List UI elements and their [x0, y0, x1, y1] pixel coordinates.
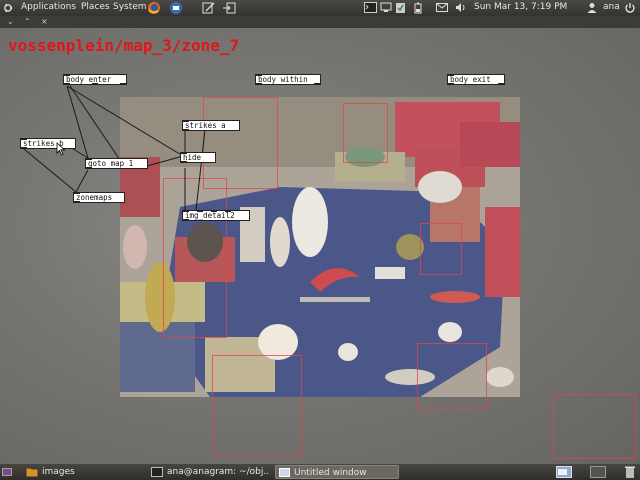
body-exit-label: body exit — [450, 75, 491, 84]
mouse-pointer-icon — [56, 142, 66, 156]
terminal-icon — [151, 466, 163, 477]
menu-applications[interactable]: Applications — [21, 2, 76, 12]
maximize-button[interactable]: ⌃ — [24, 16, 31, 28]
battery-icon[interactable] — [414, 2, 422, 14]
workspace-switcher-icon[interactable] — [556, 466, 572, 478]
show-desktop-icon — [2, 468, 12, 476]
strikes-a-message[interactable]: strikes a — [182, 120, 240, 131]
patch-connections — [23, 85, 206, 211]
clipboard-icon[interactable] — [395, 1, 406, 14]
img-detail-object[interactable]: img_detail2 — [182, 210, 250, 221]
zonemaps-object[interactable]: zonemaps — [73, 192, 125, 203]
goto-map-label: goto map 1 — [88, 159, 134, 168]
show-desktop-button[interactable] — [2, 465, 14, 479]
goto-map-message[interactable]: goto map 1 — [85, 158, 148, 169]
terminal-icon[interactable] — [364, 2, 377, 13]
mail-icon[interactable] — [436, 3, 448, 12]
minimize-button[interactable]: ⌄ — [7, 16, 14, 28]
ubuntu-logo-icon[interactable] — [3, 3, 13, 13]
text-editor-icon[interactable] — [202, 2, 215, 14]
body-enter-object[interactable]: body enter — [63, 74, 127, 85]
body-exit-object[interactable]: body exit — [447, 74, 505, 85]
patch-canvas[interactable]: vossenplein/map_3/zone_7 body enter body… — [0, 28, 640, 464]
network-icon[interactable] — [380, 2, 392, 13]
folder-icon — [26, 468, 38, 476]
body-within-label: body within — [258, 75, 308, 84]
volume-icon[interactable] — [455, 2, 467, 13]
trash-icon[interactable] — [624, 465, 636, 479]
workspace-switcher-icon[interactable] — [590, 466, 606, 478]
power-icon[interactable] — [624, 2, 636, 14]
menu-places[interactable]: Places — [81, 2, 110, 12]
user-name[interactable]: ana — [603, 2, 620, 12]
zone-title: vossenplein/map_3/zone_7 — [8, 36, 240, 55]
clock[interactable]: Sun Mar 13, 7:19 PM — [474, 2, 567, 12]
img-detail-label: img_detail2 — [185, 211, 235, 220]
strikes-b-message[interactable]: strikes b — [20, 138, 76, 149]
firefox-icon[interactable] — [147, 1, 161, 15]
thunderbird-icon[interactable] — [169, 1, 183, 15]
body-within-object[interactable]: body within — [255, 74, 321, 85]
taskbar-label-images: images — [42, 467, 75, 477]
window-titlebar: ⌄ ⌃ × — [0, 16, 640, 28]
close-button[interactable]: × — [41, 16, 48, 28]
strikes-a-label: strikes a — [185, 121, 226, 130]
exit-icon[interactable] — [222, 2, 236, 14]
bottom-panel: images ana@anagram: ~/obj... Untitled wi… — [0, 464, 640, 480]
window-icon — [279, 468, 290, 477]
hide-message[interactable]: hide — [180, 152, 216, 163]
zonemaps-label: zonemaps — [76, 193, 113, 202]
taskbar-item-terminal[interactable]: ana@anagram: ~/obj... — [149, 465, 270, 479]
taskbar-item-untitled-window[interactable]: Untitled window — [275, 465, 399, 479]
taskbar-label-untitled: Untitled window — [294, 468, 367, 478]
body-enter-label: body enter — [66, 75, 112, 84]
taskbar-label-terminal: ana@anagram: ~/obj... — [167, 467, 270, 477]
taskbar-item-images[interactable]: images — [24, 465, 144, 479]
menu-system[interactable]: System — [113, 2, 147, 12]
top-panel: Applications Places System Sun Mar 13, 7… — [0, 0, 640, 16]
user-icon[interactable] — [587, 2, 597, 13]
